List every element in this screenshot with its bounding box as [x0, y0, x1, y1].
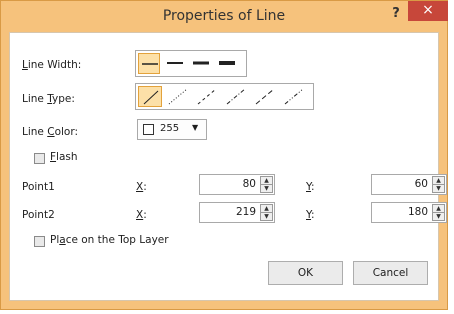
close-button[interactable]: ×: [408, 1, 448, 21]
ok-button[interactable]: OK: [268, 261, 343, 285]
spinner-buttons: ▲ ▼: [432, 176, 445, 193]
line-width-option-medium[interactable]: [164, 53, 186, 74]
title-bar[interactable]: Properties of Line ? ×: [1, 1, 448, 31]
flash-checkbox[interactable]: [34, 153, 45, 164]
chevron-down-icon: ▼: [192, 123, 199, 132]
help-button[interactable]: ?: [386, 4, 406, 24]
line-type-selector: [135, 83, 314, 110]
spin-down-icon[interactable]: ▼: [433, 185, 444, 192]
spin-up-icon[interactable]: ▲: [261, 177, 272, 185]
point2-y-value: 180: [407, 206, 428, 218]
dialog-body: Line Width: Line Type: Line Color: 255 ▼…: [9, 32, 447, 301]
line-color-value: 255: [160, 123, 180, 134]
line-color-dropdown[interactable]: 255 ▼: [137, 119, 207, 140]
spin-down-icon[interactable]: ▼: [433, 213, 444, 220]
spin-down-icon[interactable]: ▼: [261, 213, 272, 220]
line-type-option-dashed[interactable]: [195, 86, 219, 107]
color-swatch: [143, 124, 154, 135]
point2-label: Point2: [22, 209, 55, 221]
spinner-buttons: ▲ ▼: [260, 176, 273, 193]
point1-label: Point1: [22, 181, 55, 193]
line-type-option-long-dash[interactable]: [253, 86, 277, 107]
line-type-option-dotted[interactable]: [166, 86, 190, 107]
line-type-option-dash-dot[interactable]: [224, 86, 248, 107]
line-width-selector: [135, 50, 247, 77]
point2-y-label: Y:: [306, 209, 315, 221]
line-width-option-extra-thick[interactable]: [216, 53, 238, 74]
dialog-window: Properties of Line ? × Line Width: Line …: [0, 0, 448, 310]
point2-x-spinbox[interactable]: 219 ▲ ▼: [199, 202, 275, 223]
line-type-label: Line Type:: [22, 93, 75, 105]
spin-up-icon[interactable]: ▲: [433, 205, 444, 213]
point1-x-spinbox[interactable]: 80 ▲ ▼: [199, 174, 275, 195]
line-width-option-thin[interactable]: [138, 53, 160, 74]
line-width-option-thick[interactable]: [190, 53, 212, 74]
line-type-option-solid[interactable]: [138, 86, 162, 107]
point1-y-value: 60: [414, 178, 428, 190]
line-width-label: Line Width:: [22, 59, 82, 71]
spin-up-icon[interactable]: ▲: [433, 177, 444, 185]
line-color-label: Line Color:: [22, 126, 79, 138]
point1-y-label: Y:: [306, 181, 315, 193]
point2-y-spinbox[interactable]: 180 ▲ ▼: [371, 202, 447, 223]
spinner-buttons: ▲ ▼: [432, 204, 445, 221]
line-type-option-dash-dot-dot[interactable]: [282, 86, 306, 107]
top-layer-checkbox[interactable]: [34, 236, 45, 247]
dialog-title: Properties of Line: [162, 8, 286, 24]
spin-down-icon[interactable]: ▼: [261, 185, 272, 192]
point1-y-spinbox[interactable]: 60 ▲ ▼: [371, 174, 447, 195]
flash-label: Flash: [50, 151, 78, 163]
spin-up-icon[interactable]: ▲: [261, 205, 272, 213]
cancel-button[interactable]: Cancel: [353, 261, 428, 285]
point2-x-value: 219: [235, 206, 256, 218]
point1-x-value: 80: [242, 178, 256, 190]
top-layer-label: Place on the Top Layer: [50, 234, 169, 246]
point2-x-label: X:: [136, 209, 147, 221]
point1-x-label: X:: [136, 181, 147, 193]
spinner-buttons: ▲ ▼: [260, 204, 273, 221]
